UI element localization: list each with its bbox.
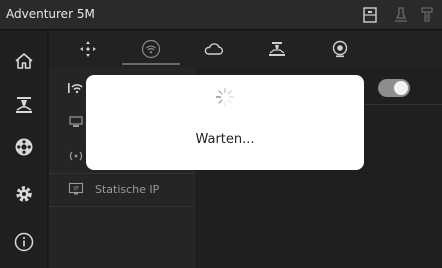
- loading-dialog: Warten...: [86, 75, 364, 170]
- nav-info[interactable]: [0, 222, 48, 262]
- filament-status-icon[interactable]: [418, 6, 436, 24]
- home-icon: [15, 53, 33, 69]
- settings-tab-bar: [49, 31, 442, 67]
- tab-camera[interactable]: [307, 31, 373, 67]
- wifi-toggle[interactable]: [378, 79, 410, 97]
- camera-icon: [332, 40, 348, 58]
- left-navigation: [0, 31, 48, 268]
- toggle-knob: [394, 81, 408, 95]
- nav-home[interactable]: [0, 41, 48, 81]
- list-divider: [49, 206, 194, 207]
- loading-spinner-icon: [215, 87, 235, 107]
- nav-print[interactable]: [0, 85, 48, 125]
- move-axes-icon: [80, 41, 96, 57]
- tab-network[interactable]: [118, 31, 184, 67]
- dialog-message: Warten...: [195, 132, 255, 147]
- wifi-icon: [65, 81, 87, 95]
- tab-printer-network[interactable]: [244, 31, 310, 67]
- info-icon: [14, 232, 34, 252]
- ethernet-icon: [65, 115, 87, 129]
- list-item-static-ip[interactable]: IP Statische IP: [49, 172, 194, 206]
- tab-cloud[interactable]: [181, 31, 247, 67]
- svg-text:IP: IP: [73, 186, 79, 193]
- hotspot-icon: [65, 149, 87, 163]
- nav-filament[interactable]: [0, 127, 48, 167]
- print-head-icon: [16, 97, 32, 113]
- settings-gear-icon: [16, 186, 32, 202]
- filament-spool-icon: [15, 138, 33, 156]
- wifi-icon: [141, 39, 161, 59]
- nozzle-status-icon[interactable]: [392, 6, 410, 24]
- printer-title: Adventurer 5M: [6, 7, 95, 21]
- printer-status-icon[interactable]: [361, 6, 379, 24]
- printer-network-icon: [269, 42, 285, 56]
- tab-move-axes[interactable]: [55, 31, 121, 67]
- title-bar: Adventurer 5M: [0, 0, 442, 30]
- printer-screen: Adventurer 5M IP Statische IP Warten...: [0, 0, 442, 268]
- list-item-label: Statische IP: [95, 182, 160, 196]
- cloud-icon: [204, 43, 224, 55]
- ip-icon: IP: [65, 182, 87, 196]
- nav-settings[interactable]: [0, 174, 48, 214]
